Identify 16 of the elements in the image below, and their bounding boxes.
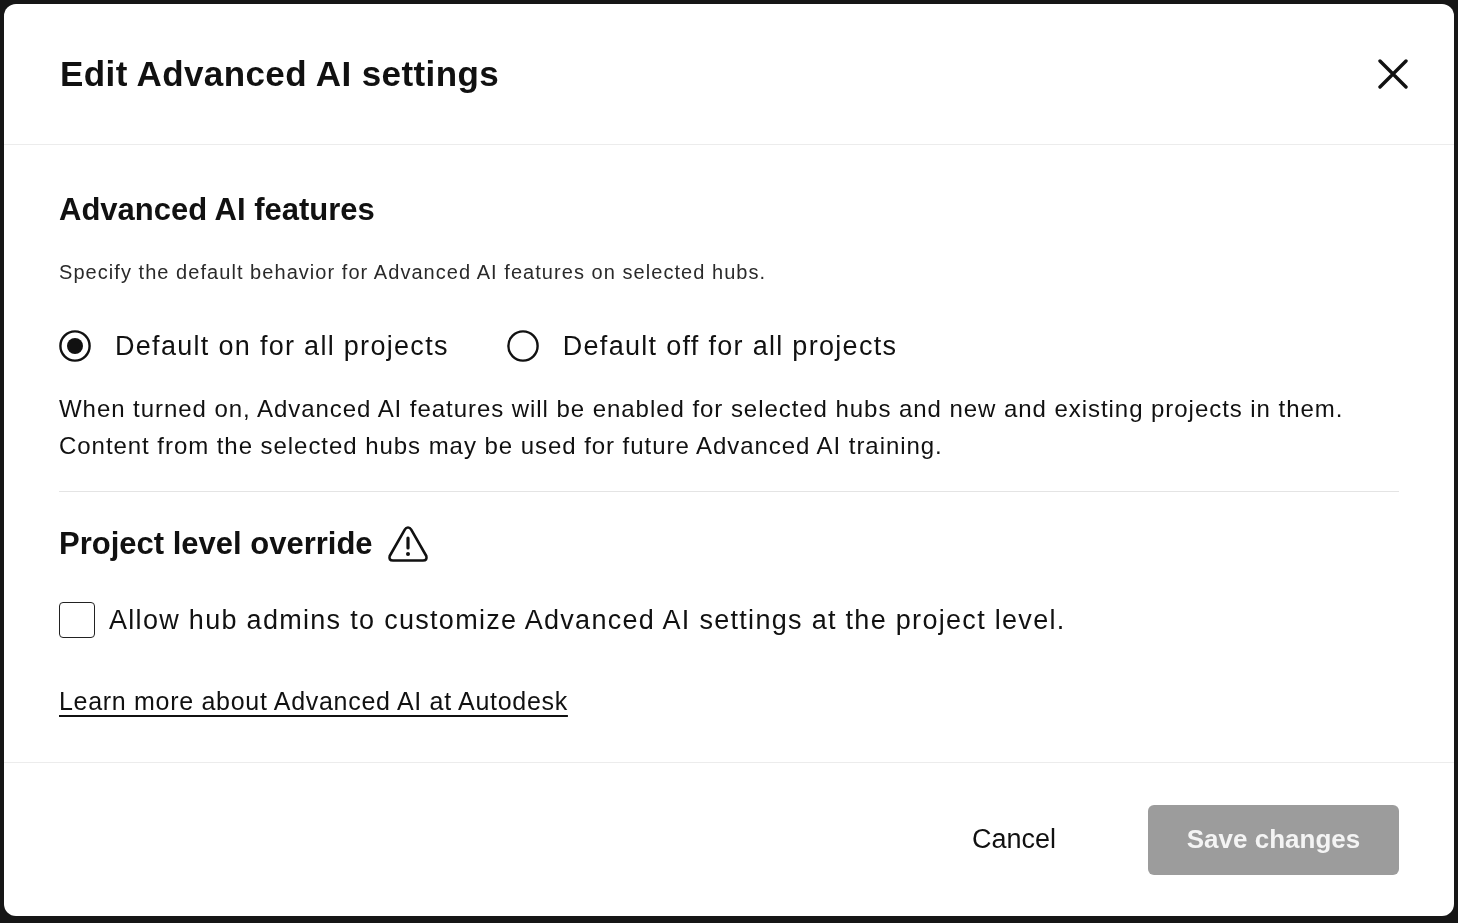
- learn-more-link[interactable]: Learn more about Advanced AI at Autodesk: [59, 687, 568, 715]
- close-icon: [1378, 59, 1408, 89]
- cancel-button[interactable]: Cancel: [943, 808, 1084, 871]
- checkbox[interactable]: [59, 602, 95, 638]
- dialog-title: Edit Advanced AI settings: [60, 53, 500, 95]
- section-heading: Project level override: [59, 526, 373, 562]
- radio-label[interactable]: Default off for all projects: [562, 326, 898, 366]
- section-description: Specify the default behavior for Advanced AI features on selected hubs.: [59, 260, 767, 284]
- radio-button[interactable]: [506, 330, 539, 362]
- section-heading: Advanced AI features: [59, 192, 375, 228]
- warning-icon: [386, 525, 429, 563]
- radio-button[interactable]: [59, 330, 91, 362]
- checkbox-label[interactable]: Allow hub admins to customize Advanced AI settings at the project level.: [109, 600, 1066, 640]
- info-paragraph: When turned on, Advanced AI features will be enabled for selected hubs and new and existing projects in them. Content from the selected hubs may be used for future Advanced AI training.: [59, 394, 1345, 461]
- close-button[interactable]: [1378, 59, 1408, 89]
- radio-label[interactable]: Default on for all projects: [115, 326, 449, 366]
